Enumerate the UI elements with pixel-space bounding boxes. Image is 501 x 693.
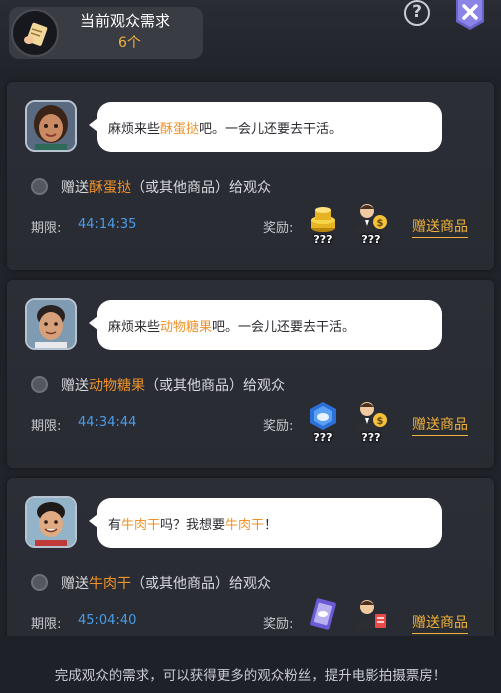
- gift-description: 赠送牛肉干（或其他商品）给观众: [61, 576, 271, 592]
- viewer-avatar: [25, 496, 77, 548]
- deadline-label: 期限:: [31, 221, 62, 236]
- scroll-icon: [11, 9, 59, 57]
- footer-bar: 完成观众的需求，可以获得更多的观众粉丝，提升电影拍摄票房！: [0, 636, 501, 693]
- reward-label: 奖励:: [263, 419, 294, 434]
- gift-description: 赠送动物糖果（或其他商品）给观众: [61, 378, 285, 394]
- deadline-timer: 45:04:40: [78, 613, 137, 628]
- deadline-timer: 44:34:44: [78, 415, 137, 430]
- gift-checkbox[interactable]: [31, 376, 48, 393]
- deadline-label: 期限:: [31, 617, 62, 632]
- footer-tip: 完成观众的需求，可以获得更多的观众粉丝，提升电影拍摄票房！: [54, 668, 447, 684]
- gift-description: 赠送酥蛋挞（或其他商品）给观众: [61, 180, 271, 196]
- reward-amount: ???: [361, 233, 381, 246]
- help-icon[interactable]: ?: [404, 0, 430, 26]
- gift-checkbox[interactable]: [31, 178, 48, 195]
- send-goods-button[interactable]: 赠送商品: [412, 414, 468, 436]
- gold-coins-icon[interactable]: ???: [303, 202, 343, 246]
- send-goods-button[interactable]: 赠送商品: [412, 612, 468, 634]
- blue-gem-icon[interactable]: ???: [303, 400, 343, 444]
- demand-title: 当前观众需求: [80, 12, 171, 30]
- speech-bubble: 有牛肉干吗？我想要牛肉干！: [89, 498, 442, 548]
- deadline-label: 期限:: [31, 419, 62, 434]
- svg-text:$: $: [377, 416, 384, 427]
- request-card: 麻烦来些动物糖果吧。一会儿还要去干活。 赠送动物糖果（或其他商品）给观众 期限:…: [7, 280, 494, 468]
- request-card: 麻烦来些酥蛋挞吧。一会儿还要去干活。 赠送酥蛋挞（或其他商品）给观众 期限: 4…: [7, 82, 494, 270]
- request-message: 麻烦来些酥蛋挞吧。一会儿还要去干活。: [108, 122, 343, 137]
- viewer-avatar: [25, 100, 77, 152]
- svg-text:$: $: [377, 218, 384, 229]
- gift-checkbox[interactable]: [31, 574, 48, 591]
- send-goods-button[interactable]: 赠送商品: [412, 216, 468, 238]
- reward-amount: ???: [361, 431, 381, 444]
- reward-label: 奖励:: [263, 617, 294, 632]
- demand-count: 6个: [118, 35, 141, 51]
- close-icon[interactable]: [454, 0, 486, 30]
- request-message: 麻烦来些动物糖果吧。一会儿还要去干活。: [108, 320, 356, 335]
- reward-amount: ???: [313, 233, 333, 246]
- fan-person-icon[interactable]: $ ???: [351, 400, 391, 444]
- speech-bubble: 麻烦来些酥蛋挞吧。一会儿还要去干活。: [89, 102, 442, 152]
- deadline-timer: 44:14:35: [78, 217, 137, 232]
- speech-bubble: 麻烦来些动物糖果吧。一会儿还要去干活。: [89, 300, 442, 350]
- viewer-avatar: [25, 298, 77, 350]
- reward-amount: ???: [313, 431, 333, 444]
- fan-person-icon[interactable]: $ ???: [351, 202, 391, 246]
- reward-label: 奖励:: [263, 221, 294, 236]
- request-message: 有牛肉干吗？我想要牛肉干！: [108, 518, 278, 533]
